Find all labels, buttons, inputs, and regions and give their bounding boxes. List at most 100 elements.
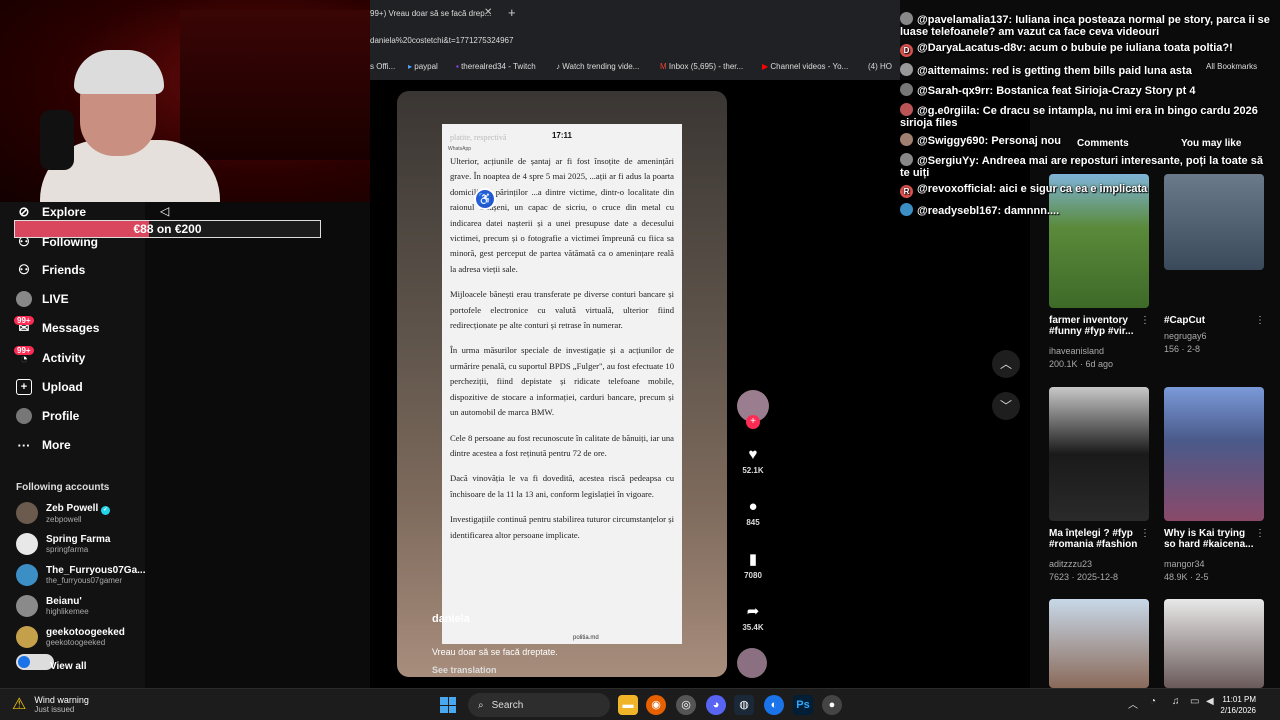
donation-goal-text: €88 on €200: [133, 222, 202, 236]
microphone-icon[interactable]: ♫: [1172, 696, 1180, 707]
bookmark-item[interactable]: ▪ therealred34 - Twitch: [456, 62, 536, 71]
account-item[interactable]: Beianu' highlikemee: [16, 595, 89, 617]
video-title[interactable]: Ma înțelegi ? #fyp #romania #fashion: [1049, 528, 1139, 550]
bookmark-item[interactable]: ♪ Watch trending vide...: [556, 62, 639, 71]
video-title[interactable]: #CapCut: [1164, 315, 1205, 326]
follow-plus-icon[interactable]: +: [746, 415, 760, 429]
browser-tab[interactable]: 99+) Vreau doar să se facă drep...: [370, 4, 498, 24]
weather-widget[interactable]: ⚠ Wind warning Just issued: [12, 694, 89, 714]
source-label: politia.md: [573, 635, 599, 641]
chat-message: @g.e0rgiila: Ce dracu se intampla, nu im…: [900, 103, 1258, 129]
scroll-up-button[interactable]: ︿: [992, 350, 1020, 378]
more-options-icon[interactable]: ⋮: [1140, 315, 1150, 326]
new-tab-icon[interactable]: +: [508, 5, 516, 20]
bookmark-item[interactable]: s Offi...: [370, 62, 395, 71]
comment-button[interactable]: ● 845: [736, 498, 770, 527]
verified-icon: ✓: [101, 505, 111, 515]
comment-icon: ●: [748, 498, 758, 515]
live-icon: [16, 291, 32, 307]
video-stats: 7623 · 2025-12-8: [1049, 572, 1119, 582]
more-options-icon[interactable]: ⋮: [1255, 528, 1265, 539]
firefox-icon[interactable]: ◉: [646, 695, 666, 715]
windows-taskbar: ⚠ Wind warning Just issued ⌕ Search ▬ ◉ …: [0, 688, 1280, 720]
share-button[interactable]: ➦ 35.4K: [736, 602, 770, 632]
avatar: [900, 203, 913, 216]
video-username[interactable]: daniela: [432, 613, 470, 625]
warning-icon: ⚠: [12, 696, 27, 713]
bookmark-item[interactable]: (4) HO: [868, 62, 892, 71]
avatar: [900, 133, 913, 146]
sidebar-item-friends[interactable]: ⚇ Friends: [16, 262, 85, 278]
profile-icon: [16, 408, 32, 424]
chat-message: @Sarah-qx9rr: Bostanica feat Sirioja-Cra…: [900, 83, 1272, 97]
save-button[interactable]: ▮ 7080: [736, 550, 770, 580]
donation-goal-bar: €88 on €200: [14, 220, 321, 238]
music-disc-icon[interactable]: [737, 648, 767, 678]
paragraph: Dacă vinovăția le va fi dovedită, aceste…: [450, 473, 674, 499]
app-icon[interactable]: ◐: [764, 695, 784, 715]
tray-icon[interactable]: ◔: [1150, 696, 1156, 707]
chrome-icon[interactable]: ●: [822, 695, 842, 715]
whatsapp-label: WhatsApp: [448, 146, 472, 152]
paragraph: Investigațiile continuă pentru stabilire…: [450, 514, 674, 540]
file-explorer-icon[interactable]: ▬: [618, 695, 638, 715]
video-thumbnail[interactable]: [1049, 387, 1149, 521]
toggle-switch[interactable]: [16, 654, 54, 670]
avatar: [900, 83, 913, 96]
photoshop-icon[interactable]: Ps: [793, 695, 813, 715]
steam-icon[interactable]: ◍: [734, 695, 754, 715]
tiktok-sidebar: ⊘ Explore ◁ ⚇ Following ⚇ Friends LIVE ✉…: [0, 202, 169, 688]
account-item[interactable]: geekotoogeeked geekotoogeeked: [16, 626, 125, 648]
account-item[interactable]: Spring Farma springfarma: [16, 533, 110, 555]
activity-badge: 99+: [14, 346, 34, 355]
screen: ⊘ Explore ◁ ⚇ Following ⚇ Friends LIVE ✉…: [0, 0, 1280, 720]
app-icon[interactable]: ◎: [676, 695, 696, 715]
clock[interactable]: 11:01 PM 2/16/2026: [1200, 694, 1256, 716]
account-item[interactable]: The_Furryous07Ga... the_furryous07gamer: [16, 564, 145, 586]
chat-message: @pavelamalia137: Iuliana inca posteaza n…: [900, 12, 1270, 38]
bookmark-item[interactable]: M Inbox (5,695) - ther...: [660, 62, 743, 71]
video-thumbnail[interactable]: [1164, 599, 1264, 688]
view-all-link[interactable]: View all: [50, 661, 87, 672]
chevron-up-icon[interactable]: ︿: [1128, 696, 1138, 711]
more-options-icon[interactable]: ⋮: [1255, 315, 1265, 326]
paragraph: Mijloacele bănești erau transferate pe d…: [450, 289, 674, 331]
more-options-icon[interactable]: ⋮: [1140, 528, 1150, 539]
video-author: mangor34: [1164, 559, 1205, 569]
avatar: [16, 533, 38, 555]
monitor-icon[interactable]: ▭: [1190, 696, 1199, 707]
paragraph: Cele 8 persoane au fost recunoscute în c…: [450, 432, 674, 458]
avatar: [16, 626, 38, 648]
chat-message: D @DaryaLacatus-d8v: acum o bubuie pe iul…: [900, 42, 1272, 57]
chat-message: @Swiggy690: Personaj nou: [900, 133, 1272, 147]
bookmark-item[interactable]: ▶ Channel videos - Yo...: [762, 62, 848, 71]
account-item[interactable]: Zeb Powell ✓ zebpowell: [16, 502, 111, 524]
video-title[interactable]: farmer inventory #funny #fyp #vir...: [1049, 315, 1139, 337]
video-player[interactable]: platite, respectivă 17:11 WhatsApp Ulter…: [397, 91, 727, 677]
see-translation-link[interactable]: See translation: [432, 665, 497, 675]
like-button[interactable]: ♥ 52.1K: [736, 446, 770, 475]
scroll-down-button[interactable]: ﹀: [992, 392, 1020, 420]
discord-icon[interactable]: ◕: [706, 695, 726, 715]
video-thumbnail[interactable]: [1049, 599, 1149, 688]
paragraph: Ulterior, acțiunile de șantaj ar fi fost…: [450, 156, 674, 274]
close-tab-icon[interactable]: ✕: [484, 7, 492, 18]
browser-chrome: 99+) Vreau doar să se facă drep... ✕ + d…: [370, 0, 900, 80]
video-title[interactable]: Why is Kai trying so hard #kaicena...: [1164, 528, 1254, 550]
avatar: [16, 502, 38, 524]
address-bar[interactable]: daniela%20costetchi&t=1771275324967: [370, 36, 513, 45]
sidebar-item-profile[interactable]: Profile: [16, 408, 79, 424]
accessibility-icon[interactable]: ♿: [474, 188, 496, 210]
windows-start-icon[interactable]: [440, 697, 456, 713]
avatar: [16, 595, 38, 617]
sidebar-item-more[interactable]: ··· More: [16, 437, 71, 453]
video-author: aditzzzu23: [1049, 559, 1093, 569]
video-thumbnail[interactable]: [1164, 387, 1264, 521]
sidebar-item-live[interactable]: LIVE: [16, 291, 69, 307]
avatar: [900, 12, 913, 25]
sidebar-item-explore[interactable]: ⊘ Explore: [16, 204, 86, 220]
sidebar-item-upload[interactable]: + Upload: [16, 379, 83, 395]
avatar: [16, 564, 38, 586]
taskbar-search[interactable]: ⌕ Search: [468, 693, 610, 717]
bookmark-item[interactable]: ▸ paypal: [408, 62, 438, 71]
